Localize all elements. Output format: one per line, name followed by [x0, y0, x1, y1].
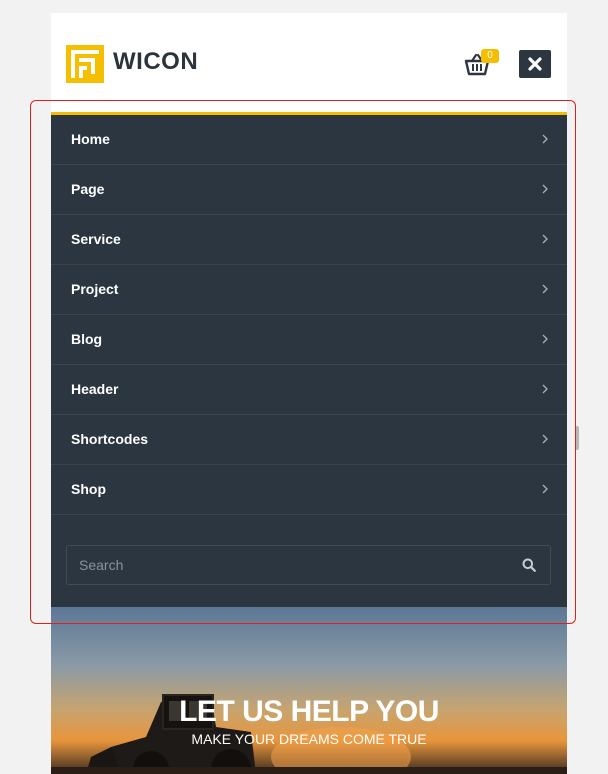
menu-item-label: Project — [71, 281, 119, 297]
search-input[interactable] — [67, 546, 507, 584]
menu-item-label: Shop — [71, 481, 106, 497]
hero-subtitle: MAKE YOUR DREAMS COME TRUE — [191, 731, 427, 747]
chevron-right-icon — [542, 434, 548, 444]
menu-item-service[interactable]: Service — [51, 215, 567, 265]
menu-item-project[interactable]: Project — [51, 265, 567, 315]
scrollbar-thumb[interactable] — [575, 426, 579, 450]
search-icon[interactable] — [522, 558, 536, 572]
menu-item-label: Service — [71, 231, 121, 247]
close-icon — [528, 57, 542, 71]
chevron-right-icon — [542, 334, 548, 344]
close-menu-button[interactable] — [519, 50, 551, 78]
bulldozer-image — [51, 694, 567, 774]
search-box — [66, 545, 551, 585]
chevron-right-icon — [542, 384, 548, 394]
menu-item-page[interactable]: Page — [51, 165, 567, 215]
menu-item-label: Blog — [71, 331, 103, 347]
menu-item-header[interactable]: Header — [51, 365, 567, 415]
cart-count-badge: 0 — [481, 49, 499, 63]
hero-banner: LET US HELP YOU MAKE YOUR DREAMS COME TR… — [51, 607, 567, 774]
chevron-right-icon — [542, 134, 548, 144]
chevron-right-icon — [542, 284, 548, 294]
logo-icon[interactable] — [66, 45, 104, 83]
menu-item-label: Shortcodes — [71, 431, 149, 447]
menu-item-blog[interactable]: Blog — [51, 315, 567, 365]
hero-title: LET US HELP YOU — [179, 695, 439, 728]
menu-item-shop[interactable]: Shop — [51, 465, 567, 515]
chevron-right-icon — [542, 184, 548, 194]
mobile-nav-menu: Home Page Service Project Blog Header Sh… — [51, 112, 567, 607]
menu-item-home[interactable]: Home — [51, 115, 567, 165]
menu-item-label: Home — [71, 131, 110, 147]
chevron-right-icon — [542, 234, 548, 244]
site-header: WICON 0 — [51, 13, 567, 112]
brand-name[interactable]: WICON — [113, 48, 198, 76]
mobile-frame: WICON 0 Home Page Service Project Blog H… — [51, 13, 567, 774]
menu-item-label: Header — [71, 381, 119, 397]
menu-item-label: Page — [71, 181, 105, 197]
chevron-right-icon — [542, 484, 548, 494]
menu-item-shortcodes[interactable]: Shortcodes — [51, 415, 567, 465]
